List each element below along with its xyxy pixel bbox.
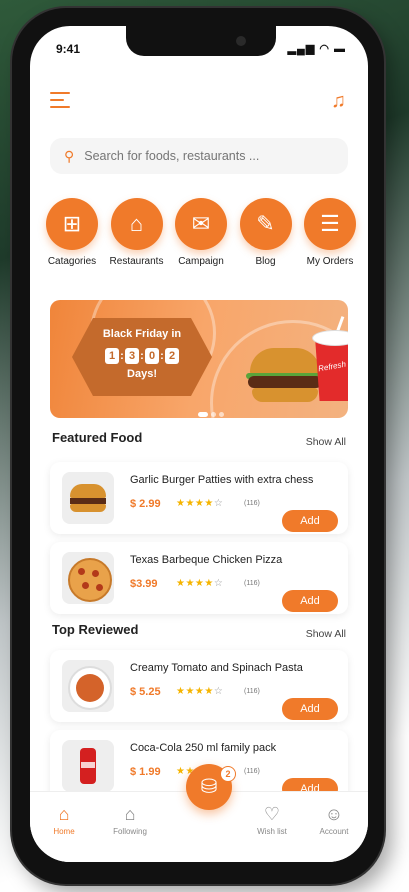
- food-thumbnail: [62, 740, 114, 792]
- countdown-title: Black Friday in: [102, 328, 182, 340]
- food-name: Garlic Burger Patties with extra chess: [130, 474, 314, 486]
- food-thumbnail: [62, 472, 114, 524]
- status-time: 9:41: [56, 42, 81, 56]
- top-reviewed-section-header: Top Reviewed Show All: [52, 622, 346, 642]
- countdown-box: Black Friday in 1:3:0:2 Days!: [72, 318, 212, 396]
- food-price: $ 5.25: [130, 686, 161, 698]
- drink-cup-illustration: Refresh: [312, 316, 348, 402]
- user-icon: ☺: [324, 804, 344, 824]
- nav-following[interactable]: ⌂ Following: [102, 804, 158, 836]
- countdown-days: Days!: [127, 368, 157, 380]
- countdown-digits: 1:3:0:2: [72, 346, 212, 364]
- document-icon: ☰: [304, 198, 356, 250]
- show-all-link[interactable]: Show All: [306, 628, 346, 640]
- rating-stars: ★★★★☆: [176, 686, 224, 697]
- featured-section-header: Featured Food Show All: [52, 430, 346, 450]
- food-name: Coca-Cola 250 ml family pack: [130, 742, 277, 754]
- bottom-navigation: ⌂ Home ⌂ Following ⛁ 2 ♡ Wish list ☺ Acc…: [30, 764, 368, 862]
- review-count: (116): [244, 580, 260, 587]
- nav-label: Wish list: [257, 827, 287, 836]
- category-restaurants[interactable]: ⌂ Restaurants: [105, 198, 169, 288]
- food-card[interactable]: Creamy Tomato and Spinach Pasta $ 5.25 ★…: [50, 650, 348, 722]
- search-bar[interactable]: ⚲: [50, 138, 348, 174]
- app-screen: 9:41 ▂▄▆ ◠ ▬ ♫ ⚲ ⊞ Catagories ⌂ Restaura…: [30, 26, 368, 862]
- app-header: ♫: [48, 88, 350, 116]
- category-row: ⊞ Catagories ⌂ Restaurants ✉ Campaign ✎ …: [40, 198, 362, 288]
- cart-badge: 2: [220, 766, 236, 782]
- nav-label: Home: [53, 827, 75, 836]
- category-label: Restaurants: [109, 256, 164, 267]
- nav-account[interactable]: ☺ Account: [306, 804, 362, 836]
- category-label: Catagories: [47, 256, 97, 267]
- status-bar: 9:41 ▂▄▆ ◠ ▬: [52, 42, 346, 60]
- category-catagories[interactable]: ⊞ Catagories: [40, 198, 104, 288]
- heart-icon: ♡: [263, 804, 281, 824]
- category-label: Blog: [255, 256, 276, 267]
- section-title: Top Reviewed: [52, 622, 139, 637]
- nav-label: Following: [113, 827, 147, 836]
- countdown-digit: 1: [105, 348, 119, 364]
- carousel-dots[interactable]: [198, 404, 227, 418]
- food-price: $ 1.99: [130, 766, 161, 778]
- food-thumbnail: [62, 660, 114, 712]
- food-card[interactable]: Texas Barbeque Chicken Pizza $3.99 ★★★★☆…: [50, 542, 348, 614]
- food-thumbnail: [62, 552, 114, 604]
- status-icons: ▂▄▆ ◠ ▬: [287, 43, 346, 55]
- food-card[interactable]: Garlic Burger Patties with extra chess $…: [50, 462, 348, 534]
- food-price: $3.99: [130, 578, 158, 590]
- nav-wishlist[interactable]: ♡ Wish list: [244, 804, 300, 836]
- cola-can-image: [80, 748, 96, 784]
- megaphone-icon: ✉: [175, 198, 227, 250]
- countdown-digit: 0: [145, 348, 159, 364]
- category-campaign[interactable]: ✉ Campaign: [169, 198, 233, 288]
- pasta-image: [68, 666, 112, 710]
- countdown-digit: 3: [125, 348, 139, 364]
- category-my-orders[interactable]: ☰ My Orders: [298, 198, 362, 288]
- store-icon: ⌂: [124, 804, 136, 824]
- category-label: Campaign: [178, 256, 224, 267]
- rating-stars: ★★★★☆: [176, 498, 224, 509]
- show-all-link[interactable]: Show All: [306, 436, 346, 448]
- add-button[interactable]: Add: [282, 698, 338, 720]
- review-count: (116): [244, 768, 260, 775]
- nav-label: Account: [319, 827, 349, 836]
- home-icon: ⌂: [58, 804, 70, 824]
- category-blog[interactable]: ✎ Blog: [234, 198, 298, 288]
- pizza-image: [68, 558, 112, 602]
- review-count: (116): [244, 500, 260, 507]
- phone-frame: 9:41 ▂▄▆ ◠ ▬ ♫ ⚲ ⊞ Catagories ⌂ Restaura…: [12, 8, 384, 884]
- countdown-separator: :: [140, 350, 144, 362]
- section-title: Featured Food: [52, 430, 143, 445]
- rating-stars: ★★★★☆: [176, 578, 224, 589]
- menu-icon[interactable]: [50, 92, 70, 108]
- category-label: My Orders: [306, 256, 354, 267]
- promo-banner[interactable]: Black Friday in 1:3:0:2 Days! Refresh: [50, 300, 348, 418]
- food-price: $ 2.99: [130, 498, 161, 510]
- add-button[interactable]: Add: [282, 510, 338, 532]
- burger-illustration: [246, 348, 324, 404]
- notification-bell-icon[interactable]: ♫: [331, 90, 346, 113]
- food-name: Creamy Tomato and Spinach Pasta: [130, 662, 303, 674]
- countdown-separator: :: [120, 350, 124, 362]
- food-name: Texas Barbeque Chicken Pizza: [130, 554, 283, 566]
- countdown-digit: 2: [165, 348, 179, 364]
- store-icon: ⌂: [110, 198, 163, 250]
- countdown-separator: :: [160, 350, 164, 362]
- search-input[interactable]: [82, 148, 327, 164]
- nav-home[interactable]: ⌂ Home: [36, 804, 92, 836]
- search-icon: ⚲: [64, 147, 75, 164]
- basket-icon: ⛁: [200, 776, 218, 798]
- grid-icon: ⊞: [46, 198, 98, 250]
- add-button[interactable]: Add: [282, 590, 338, 612]
- review-count: (116): [244, 688, 260, 695]
- chat-icon: ✎: [239, 198, 292, 250]
- burger-image: [70, 484, 106, 512]
